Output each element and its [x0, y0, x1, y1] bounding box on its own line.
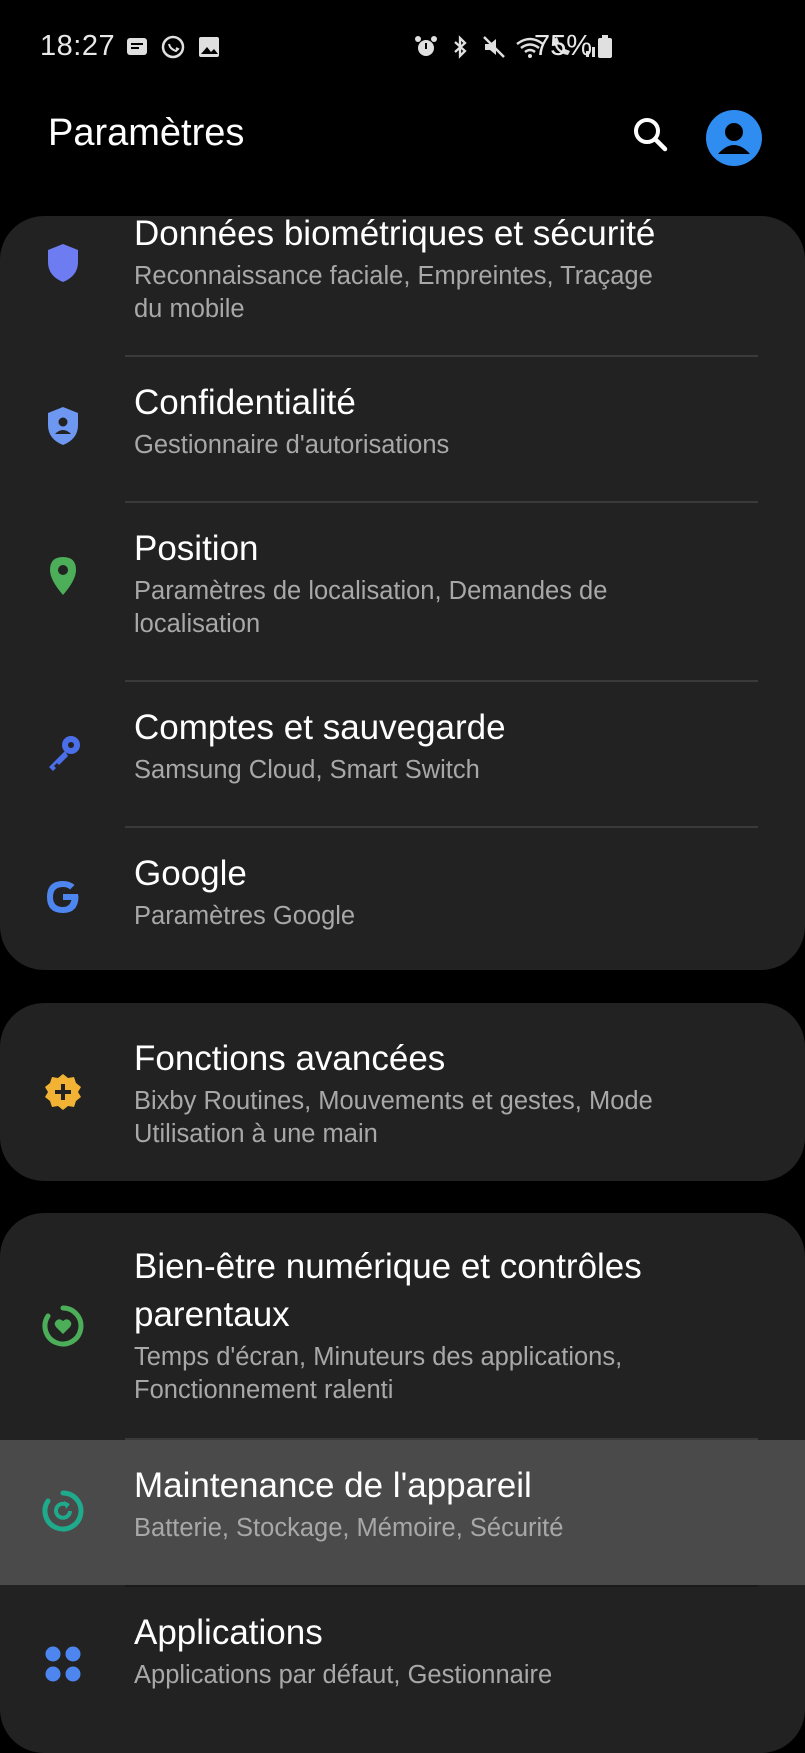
google-icon — [42, 876, 84, 918]
settings-group-device: Bien-être numérique et contrôles parenta… — [0, 1213, 805, 1753]
battery-icon — [596, 34, 622, 60]
battery-percentage: 75% — [534, 30, 593, 62]
device-care-icon — [42, 1490, 84, 1532]
page-title: Paramètres — [48, 112, 245, 154]
list-item-privacy[interactable]: Confidentialité Gestionnaire d'autorisat… — [0, 357, 805, 502]
item-subtitle: Bixby Routines, Mouvements et gestes, Mo… — [134, 1087, 653, 1115]
apps-grid-icon — [42, 1643, 84, 1685]
account-avatar-button[interactable] — [706, 110, 762, 166]
wellbeing-icon — [42, 1305, 84, 1347]
shield-icon — [42, 242, 84, 284]
item-title: Comptes et sauvegarde — [134, 708, 506, 747]
status-time: 18:27 — [40, 30, 116, 62]
settings-group-security: Données biométriques et sécurité Reconna… — [0, 216, 805, 970]
item-title: Fonctions avancées — [134, 1039, 446, 1078]
list-item-digital-wellbeing[interactable]: Bien-être numérique et contrôles parenta… — [0, 1213, 805, 1438]
item-subtitle: Applications par défaut, Gestionnaire — [134, 1661, 553, 1689]
item-title: Bien-être numérique et contrôles — [134, 1247, 642, 1286]
whatsapp-icon — [160, 34, 186, 60]
item-subtitle: Paramètres Google — [134, 902, 356, 930]
item-title: Confidentialité — [134, 383, 356, 422]
item-title: Google — [134, 854, 247, 893]
item-title: parentaux — [134, 1295, 290, 1334]
item-subtitle: Reconnaissance faciale, Empreintes, Traç… — [134, 262, 653, 290]
item-subtitle: Paramètres de localisation, Demandes de — [134, 577, 608, 605]
item-title: Maintenance de l'appareil — [134, 1466, 532, 1505]
item-subtitle: Samsung Cloud, Smart Switch — [134, 756, 480, 784]
item-title: Applications — [134, 1613, 323, 1652]
item-subtitle: Gestionnaire d'autorisations — [134, 431, 450, 459]
list-item-biometrics[interactable]: Données biométriques et sécurité Reconna… — [0, 216, 805, 356]
item-subtitle: localisation — [134, 610, 261, 638]
list-item-advanced-features[interactable]: Fonctions avancées Bixby Routines, Mouve… — [0, 1003, 805, 1181]
message-notification-icon — [124, 34, 150, 60]
key-icon — [42, 732, 84, 774]
item-subtitle: Utilisation à une main — [134, 1120, 378, 1148]
bluetooth-icon — [447, 34, 473, 60]
settings-group-advanced: Fonctions avancées Bixby Routines, Mouve… — [0, 1003, 805, 1181]
item-subtitle: Fonctionnement ralenti — [134, 1376, 394, 1404]
mute-icon — [481, 34, 507, 60]
list-item-applications[interactable]: Applications Applications par défaut, Ge… — [0, 1587, 805, 1753]
search-button[interactable] — [628, 114, 672, 158]
list-item-location[interactable]: Position Paramètres de localisation, Dem… — [0, 503, 805, 681]
location-pin-icon — [42, 555, 84, 597]
item-subtitle: du mobile — [134, 295, 245, 323]
person-icon — [706, 123, 762, 166]
item-title: Données biométriques et sécurité — [134, 216, 656, 253]
gallery-icon — [196, 34, 222, 60]
status-bar: 18:27 75% — [0, 0, 805, 96]
item-subtitle: Batterie, Stockage, Mémoire, Sécurité — [134, 1514, 564, 1542]
list-item-accounts-backup[interactable]: Comptes et sauvegarde Samsung Cloud, Sma… — [0, 682, 805, 827]
gear-plus-icon — [42, 1071, 84, 1113]
search-icon — [630, 114, 670, 159]
notification-icons — [124, 34, 222, 60]
list-item-device-care[interactable]: Maintenance de l'appareil Batterie, Stoc… — [0, 1440, 805, 1585]
item-title: Position — [134, 529, 259, 568]
item-subtitle: Temps d'écran, Minuteurs des application… — [134, 1343, 623, 1371]
list-item-google[interactable]: Google Paramètres Google — [0, 828, 805, 970]
alarm-icon — [413, 34, 439, 60]
battery-indicator: 75% — [534, 30, 622, 63]
privacy-shield-icon — [42, 405, 84, 447]
